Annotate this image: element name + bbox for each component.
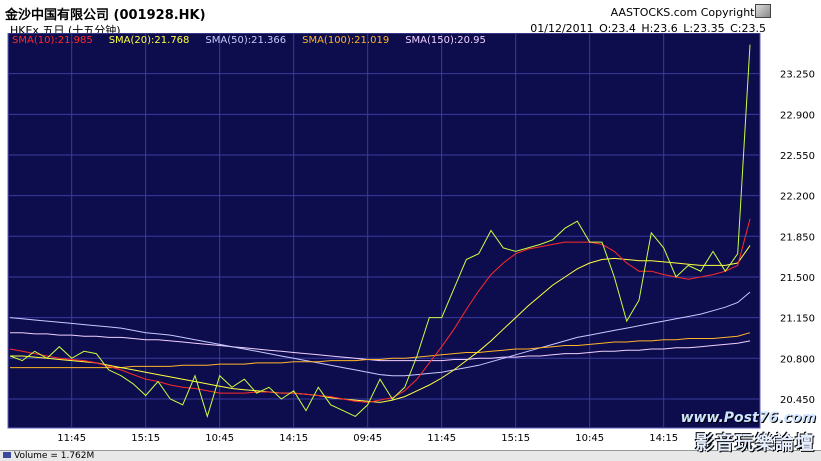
stock-title: 金沙中国有限公司 (001928.HK) <box>5 8 206 23</box>
x-tick-label: 11:45 <box>427 433 456 444</box>
chart-area: 20.450 20.800 21.150 21.500 21.850 22.200 22.5… <box>0 32 821 460</box>
price-chart: 20.450 20.800 21.150 21.500 21.850 22.200 22.5… <box>7 32 815 444</box>
x-tick-label: 15:15 <box>131 433 160 444</box>
plot-background <box>7 32 761 429</box>
x-tick-label: 11:45 <box>57 433 86 444</box>
x-tick-label: 14:15 <box>279 433 308 444</box>
aastocks-logo-icon[interactable] <box>755 4 771 18</box>
x-tick-label: 10:45 <box>205 433 234 444</box>
y-tick-label: 22.200 <box>780 192 815 203</box>
watermark-name: 影音玩樂論壇 <box>694 432 815 454</box>
y-tick-label: 22.900 <box>780 110 815 121</box>
legend-sma10: SMA(10):21.985 <box>12 35 93 46</box>
x-tick-label: 10:45 <box>575 433 604 444</box>
y-tick-label: 21.150 <box>780 314 815 325</box>
watermark-url: www.Post76.com <box>680 410 816 426</box>
y-tick-label: 20.450 <box>780 395 815 406</box>
y-tick-label: 21.850 <box>780 232 815 243</box>
legend-sma20: SMA(20):21.768 <box>109 35 190 46</box>
legend-sma100: SMA(100):21.019 <box>302 35 389 46</box>
y-tick-label: 20.800 <box>780 354 815 365</box>
y-tick-label: 21.500 <box>780 273 815 284</box>
x-tick-label: 14:15 <box>649 433 678 444</box>
copyright-text[interactable]: AASTOCKS.com Copyright © <box>611 6 769 19</box>
x-tick-label: 09:45 <box>353 433 382 444</box>
y-tick-label: 22.550 <box>780 151 815 162</box>
volume-swatch <box>3 452 11 458</box>
legend-sma50: SMA(50):21.366 <box>205 35 286 46</box>
legend-sma150: SMA(150):20.95 <box>405 35 486 46</box>
y-tick-label: 23.250 <box>780 70 815 81</box>
x-tick-label: 15:15 <box>501 433 530 444</box>
